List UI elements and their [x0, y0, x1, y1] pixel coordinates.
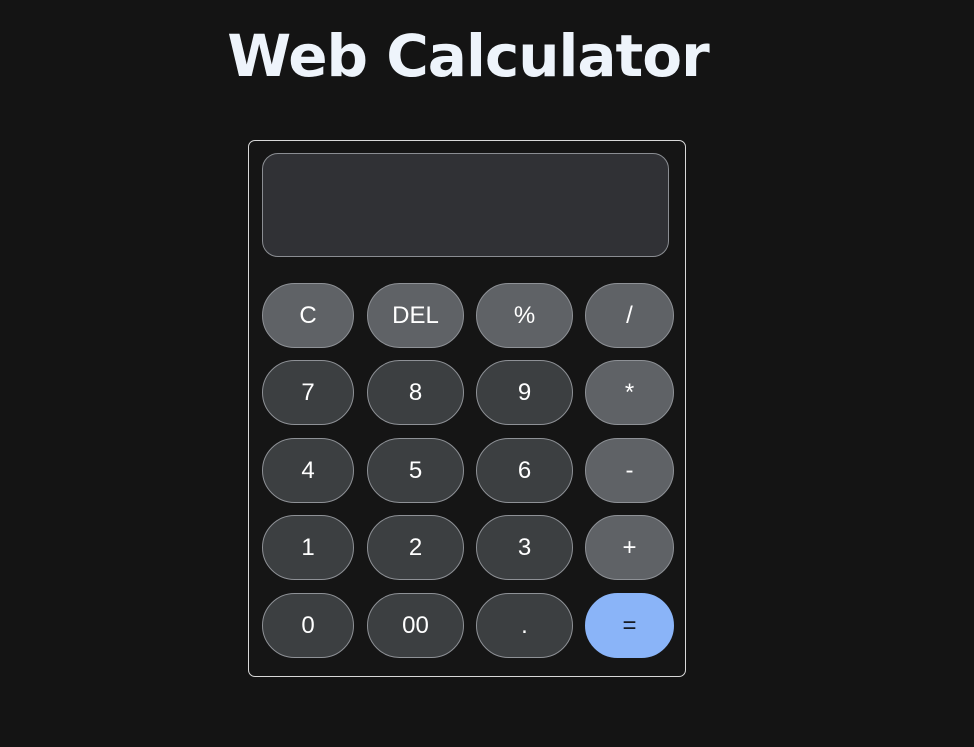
- double-zero-button[interactable]: 00: [367, 593, 464, 658]
- calculator-panel: C DEL % / 7 8 9 * 4 5 6 - 1 2 3 + 0 00 .…: [248, 140, 686, 677]
- digit-1-button[interactable]: 1: [262, 515, 354, 580]
- equals-button[interactable]: =: [585, 593, 674, 658]
- digit-2-button[interactable]: 2: [367, 515, 464, 580]
- digit-9-button[interactable]: 9: [476, 360, 573, 425]
- page-title: Web Calculator: [227, 22, 709, 90]
- digit-7-button[interactable]: 7: [262, 360, 354, 425]
- digit-6-button[interactable]: 6: [476, 438, 573, 503]
- subtract-button[interactable]: -: [585, 438, 674, 503]
- digit-8-button[interactable]: 8: [367, 360, 464, 425]
- digit-4-button[interactable]: 4: [262, 438, 354, 503]
- delete-button[interactable]: DEL: [367, 283, 464, 348]
- digit-3-button[interactable]: 3: [476, 515, 573, 580]
- calculator-display: [262, 153, 669, 257]
- divide-button[interactable]: /: [585, 283, 674, 348]
- digit-0-button[interactable]: 0: [262, 593, 354, 658]
- multiply-button[interactable]: *: [585, 360, 674, 425]
- percent-button[interactable]: %: [476, 283, 573, 348]
- digit-5-button[interactable]: 5: [367, 438, 464, 503]
- decimal-button[interactable]: .: [476, 593, 573, 658]
- clear-button[interactable]: C: [262, 283, 354, 348]
- add-button[interactable]: +: [585, 515, 674, 580]
